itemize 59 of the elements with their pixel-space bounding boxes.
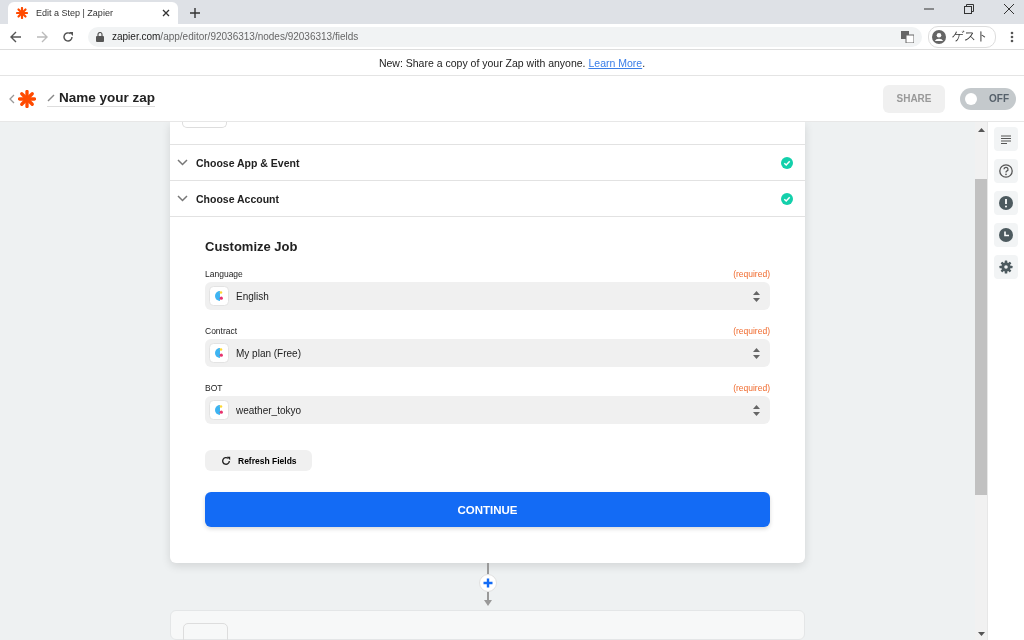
dropdown-field[interactable]: weather_tokyo	[205, 396, 770, 424]
clock-icon	[999, 228, 1013, 242]
lock-icon	[96, 31, 104, 42]
refresh-fields-button[interactable]: Refresh Fields	[205, 450, 312, 471]
chevron-down-icon	[177, 195, 188, 202]
app-logo-icon	[209, 343, 229, 363]
chevron-down-icon	[177, 159, 188, 166]
back-arrow-icon[interactable]	[10, 30, 22, 43]
field-label: Contract	[205, 326, 238, 336]
scrollbar[interactable]	[975, 122, 987, 640]
dropdown-field[interactable]: My plan (Free)	[205, 339, 770, 367]
pencil-icon	[47, 93, 55, 102]
new-tab-icon[interactable]	[190, 8, 200, 18]
add-step-button[interactable]	[478, 574, 497, 592]
back-chevron-icon[interactable]	[9, 93, 15, 104]
tab-title: Edit a Step | Zapier	[36, 8, 114, 18]
up-down-arrows-icon	[753, 404, 760, 416]
close-icon[interactable]	[162, 9, 170, 17]
asterisk-logo-icon	[16, 7, 28, 19]
restore-icon[interactable]	[964, 3, 974, 14]
settings-icon	[999, 260, 1013, 274]
browser-tab[interactable]: Edit a Step | Zapier	[8, 2, 178, 24]
reload-icon[interactable]	[62, 30, 74, 43]
field-label: Language	[205, 269, 243, 279]
app-logo-icon	[209, 286, 229, 306]
history-button[interactable]	[994, 223, 1018, 247]
help-icon	[999, 164, 1013, 178]
scroll-up-icon[interactable]	[977, 128, 985, 132]
up-down-arrows-icon	[753, 347, 760, 359]
zap-name-field[interactable]: Name your zap	[47, 90, 156, 107]
alert-icon	[999, 196, 1013, 210]
menu-icon[interactable]	[1010, 30, 1014, 43]
avatar-icon	[932, 29, 946, 44]
help-button[interactable]	[994, 159, 1018, 183]
form-title: Customize Job	[205, 239, 299, 254]
continue-button[interactable]: CONTINUE	[205, 492, 770, 527]
address-field[interactable]: zapier.com/app/editor/92036313/nodes/92036313/fields	[88, 26, 922, 47]
field-label: BOT	[205, 383, 223, 393]
profile-button[interactable]: ゲスト	[928, 25, 996, 48]
lines-icon	[1001, 134, 1011, 144]
scroll-down-icon[interactable]	[977, 632, 985, 636]
dropdown-field[interactable]: English	[205, 282, 770, 310]
required-label: (required)	[733, 383, 770, 393]
translate-icon[interactable]	[901, 30, 914, 43]
on-off-toggle[interactable]: OFF	[960, 87, 1016, 110]
asterisk-logo-icon[interactable]	[18, 89, 36, 108]
alert-button[interactable]	[994, 191, 1018, 215]
refresh-icon	[221, 455, 231, 466]
up-down-arrows-icon	[753, 290, 760, 302]
banner-text: New: Share a copy of your Zap with anyone. Learn More.	[378, 56, 646, 69]
required-label: (required)	[733, 269, 770, 279]
section-header[interactable]: Choose Account	[170, 181, 805, 217]
section-header[interactable]: Choose App & Event	[170, 145, 805, 181]
settings-button[interactable]	[994, 255, 1018, 279]
app-logo-icon	[209, 400, 229, 420]
required-label: (required)	[733, 326, 770, 336]
down-arrow-icon	[483, 592, 492, 606]
details-button[interactable]	[994, 127, 1018, 151]
close-icon[interactable]	[1004, 3, 1014, 14]
